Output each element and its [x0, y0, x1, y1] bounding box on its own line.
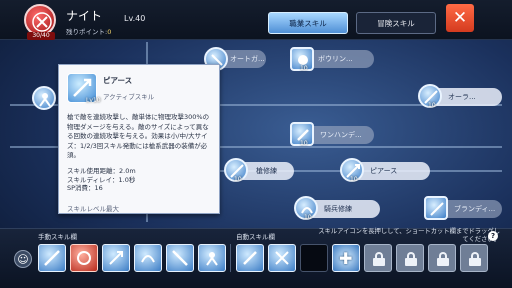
- skill-node-label: 槍修練: [256, 167, 277, 175]
- skill-node-label: ワンハンデ...: [320, 131, 362, 139]
- manual-slot-5[interactable]: [166, 244, 194, 272]
- auto-slot-8-locked[interactable]: [460, 244, 488, 272]
- plus-icon: ✚: [339, 249, 353, 268]
- manual-slot-4[interactable]: [134, 244, 162, 272]
- skill-level: 10: [300, 140, 308, 147]
- tab-job-skills[interactable]: 職業スキル: [268, 12, 348, 34]
- bowling-skill-icon: 10: [290, 47, 314, 72]
- lock-icon: [437, 252, 449, 266]
- skill-level: 10: [428, 102, 436, 109]
- emote-icon[interactable]: ☺: [14, 250, 32, 268]
- skill-node-label: ボウリン...: [318, 55, 353, 63]
- one-hand-skill-icon: 10: [290, 122, 314, 147]
- close-button[interactable]: ✕: [446, 4, 474, 32]
- tooltip-stats: スキル使用距離：2.0m スキルディレイ：1.0秒 SP消費：16: [67, 167, 136, 193]
- manual-slot-6[interactable]: [198, 244, 226, 272]
- skill-level: 10: [350, 176, 358, 183]
- tab-adventure-skills[interactable]: 冒険スキル: [356, 12, 436, 34]
- tooltip-description: 槍で敵を連続攻撃し、敵単体に物理攻撃300%の物理ダメージを与える。敵のサイズに…: [67, 113, 210, 159]
- skill-node-label: オーラ...: [448, 93, 476, 101]
- auto-slot-1[interactable]: [236, 244, 264, 272]
- skill-node-label: 騎兵修練: [324, 205, 352, 213]
- remaining-points: 残りポイント:0: [66, 26, 111, 36]
- auto-slot-6-locked[interactable]: [396, 244, 424, 272]
- auto-skill-label: 自動スキル欄: [236, 233, 275, 241]
- auto-slot-5-locked[interactable]: [364, 244, 392, 272]
- auto-slot-7-locked[interactable]: [428, 244, 456, 272]
- help-button[interactable]: ?: [488, 231, 498, 241]
- drag-hint: スキルアイコンを長押しして、ショートカット欄までドラッグしてください。: [318, 228, 500, 243]
- tooltip-max-level: スキルレベル最大: [67, 205, 119, 213]
- manual-slot-2[interactable]: [70, 244, 98, 272]
- aura-skill-icon: 10: [418, 84, 442, 109]
- skill-count-badge: 30/40: [27, 32, 55, 40]
- pierce-skill-icon: 10: [340, 158, 364, 183]
- base-skill-icon[interactable]: [32, 86, 56, 110]
- tooltip-skill-level: Lv10: [86, 97, 101, 104]
- auto-slot-4-add[interactable]: ✚: [332, 244, 360, 272]
- auto-slot-2[interactable]: [268, 244, 296, 272]
- cavalry-mastery-skill-icon: 10: [294, 196, 318, 221]
- header-bar: 30/40 ナイト 残りポイント:0 Lv.40 職業スキル 冒険スキル ✕: [0, 0, 512, 40]
- spear-mastery-skill-icon: 10: [224, 158, 248, 183]
- bar-divider: [230, 244, 231, 272]
- auto-slot-3-empty[interactable]: [300, 244, 328, 272]
- tooltip-skill-type: アクティブスキル: [103, 93, 155, 101]
- manual-slot-1[interactable]: [38, 244, 66, 272]
- lock-icon: [405, 252, 417, 266]
- skill-level: 10: [304, 214, 312, 221]
- skill-node-label: ブランディ...: [454, 205, 496, 213]
- skill-tooltip: Lv10 ピアース アクティブスキル 槍で敵を連続攻撃し、敵単体に物理攻撃300…: [58, 64, 220, 214]
- tooltip-skill-name: ピアース: [103, 76, 133, 85]
- skill-node-label: ピアース: [370, 167, 398, 175]
- skill-level: 10: [300, 65, 308, 72]
- lock-icon: [373, 252, 385, 266]
- tooltip-stat-delay: スキルディレイ：1.0秒: [67, 175, 136, 184]
- manual-slot-3[interactable]: [102, 244, 130, 272]
- tooltip-stat-sp: SP消費：16: [67, 184, 103, 192]
- skill-level: 10: [234, 176, 242, 183]
- tooltip-stat-range: スキル使用距離：2.0m: [67, 167, 136, 175]
- remaining-points-label: 残りポイント:: [66, 28, 108, 36]
- lock-icon: [469, 252, 481, 266]
- class-name: ナイト: [66, 9, 103, 23]
- brandish-skill-icon: [424, 196, 448, 220]
- class-level: Lv.40: [124, 14, 146, 23]
- remaining-points-value: 0: [107, 28, 112, 36]
- manual-skill-label: 手動スキル欄: [38, 233, 77, 241]
- skill-node-label: オートガ...: [230, 55, 265, 63]
